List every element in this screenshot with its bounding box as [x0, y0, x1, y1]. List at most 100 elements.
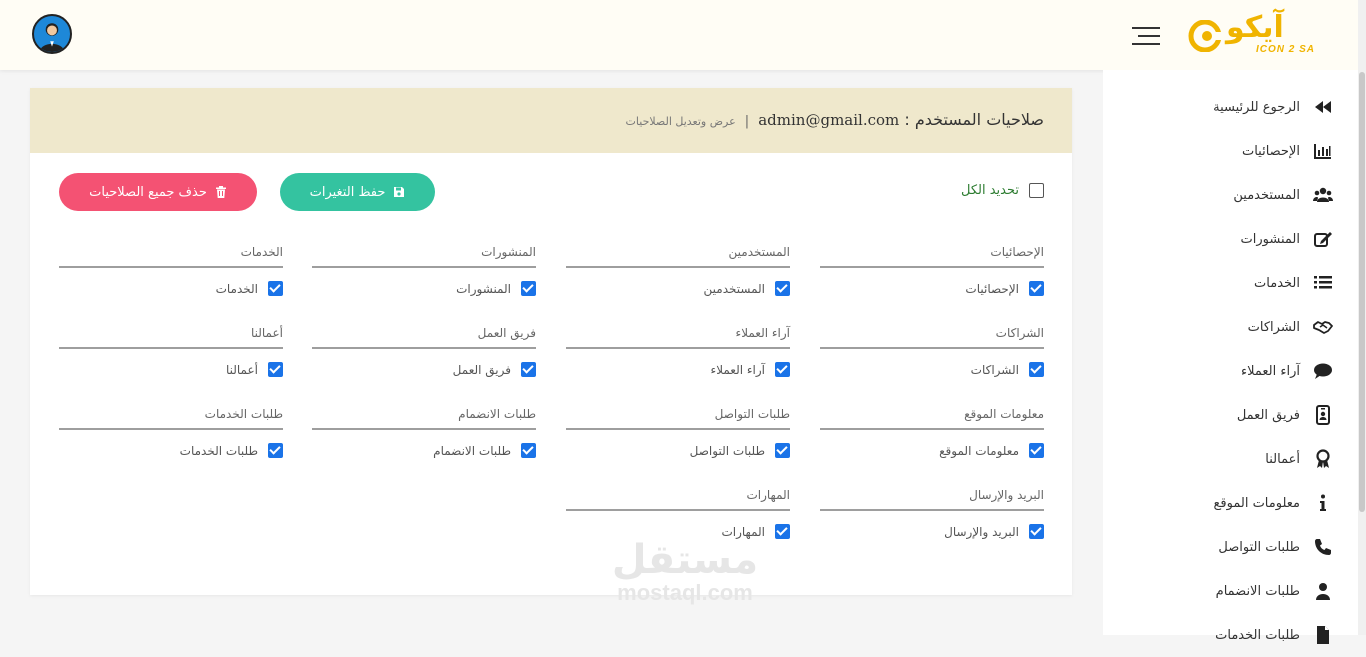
sidebar-item-label: الخدمات	[1254, 275, 1300, 291]
file-icon	[1312, 624, 1334, 646]
permission-checkbox[interactable]	[521, 281, 536, 296]
permission-option: فريق العمل	[453, 362, 536, 377]
permission-label: الخدمات	[215, 281, 258, 296]
save-changes-button[interactable]: حفظ التغيرات	[280, 173, 435, 211]
permission-group-services: الخدمات الخدمات	[59, 245, 283, 315]
sidebar-item-service-requests[interactable]: طلبات الخدمات	[1103, 613, 1358, 657]
permission-option: طلبات الانضمام	[433, 443, 536, 458]
sidebar-item-contact-requests[interactable]: طلبات التواصل	[1103, 525, 1358, 569]
permission-checkbox[interactable]	[1029, 362, 1044, 377]
permission-group-users: المستخدمين المستخدمين	[566, 245, 790, 315]
permission-group-label: آراء العملاء	[735, 326, 790, 340]
select-all-label: تحديد الكل	[960, 183, 1019, 198]
award-icon	[1312, 448, 1334, 470]
user-icon	[1312, 580, 1334, 602]
menu-toggle-icon[interactable]	[1132, 27, 1160, 45]
permission-group-label: المنشورات	[481, 245, 536, 259]
sidebar-item-our-work[interactable]: أعمالنا	[1103, 437, 1358, 481]
select-all-checkbox[interactable]	[1029, 183, 1044, 198]
permission-label: طلبات الانضمام	[433, 443, 511, 458]
sidebar-item-statistics[interactable]: الإحصائيات	[1103, 129, 1358, 173]
permission-checkbox[interactable]	[268, 281, 283, 296]
permission-label: المنشورات	[456, 281, 511, 296]
permission-group-partnerships: الشراكات الشراكات	[820, 326, 1044, 396]
id-badge-icon	[1312, 404, 1334, 426]
permission-option: آراء العملاء	[711, 362, 790, 377]
sidebar-item-site-info[interactable]: معلومات الموقع	[1103, 481, 1358, 525]
permission-group-label: المستخدمين	[728, 245, 790, 259]
sidebar-item-label: الإحصائيات	[1241, 143, 1300, 159]
permission-checkbox[interactable]	[521, 362, 536, 377]
sidebar-item-testimonials[interactable]: آراء العملاء	[1103, 349, 1358, 393]
permission-option: طلبات الخدمات	[180, 443, 283, 458]
page-scrollbar[interactable]	[1358, 0, 1366, 635]
user-email: admin@gmail.com	[758, 111, 900, 129]
group-divider	[820, 509, 1044, 511]
permission-checkbox[interactable]	[1029, 524, 1044, 539]
permission-option: الإحصائيات	[965, 281, 1044, 296]
permission-group-testimonials: آراء العملاء آراء العملاء	[566, 326, 790, 396]
group-divider	[312, 347, 536, 349]
delete-all-permissions-button[interactable]: حذف جميع الصلاحيات	[59, 173, 257, 211]
permission-group-label: فريق العمل	[477, 326, 536, 340]
brand-name-latin: ICON 2 SA	[1256, 44, 1316, 55]
logo-mark-icon	[1188, 20, 1224, 52]
sidebar-item-label: معلومات الموقع	[1213, 495, 1301, 511]
sidebar-item-join-requests[interactable]: طلبات الانضمام	[1103, 569, 1358, 613]
select-all-control: تحديد الكل	[961, 183, 1044, 198]
permission-checkbox[interactable]	[521, 443, 536, 458]
delete-all-permissions-label: حذف جميع الصلاحيات	[89, 184, 207, 200]
sidebar-item-users[interactable]: المستخدمين	[1103, 173, 1358, 217]
permission-label: فريق العمل	[452, 362, 511, 377]
permission-option: أعمالنا	[226, 362, 283, 377]
permission-option: معلومات الموقع	[939, 443, 1044, 458]
sidebar-item-home[interactable]: الرجوع للرئيسية	[1103, 85, 1358, 129]
permission-label: آراء العملاء	[710, 362, 765, 377]
permission-checkbox[interactable]	[268, 362, 283, 377]
permission-checkbox[interactable]	[1029, 443, 1044, 458]
permission-option: الخدمات	[216, 281, 283, 296]
floppy-disk-icon	[394, 187, 405, 197]
permission-checkbox[interactable]	[1029, 281, 1044, 296]
permission-checkbox[interactable]	[775, 524, 790, 539]
permission-group-label: المهارات	[746, 488, 790, 502]
permission-group-label: البريد والإرسال	[969, 488, 1044, 502]
sidebar-item-partnerships[interactable]: الشراكات	[1103, 305, 1358, 349]
sidebar-item-posts[interactable]: المنشورات	[1103, 217, 1358, 261]
comment-icon	[1312, 360, 1334, 382]
group-divider	[820, 347, 1044, 349]
sidebar-item-label: الرجوع للرئيسية	[1213, 99, 1300, 115]
group-divider	[820, 266, 1044, 268]
permission-group-statistics: الإحصائيات الإحصائيات	[820, 245, 1044, 315]
group-divider	[59, 266, 283, 268]
avatar-person-icon	[39, 23, 65, 52]
sidebar-item-label: طلبات التواصل	[1218, 539, 1300, 555]
brand-logo[interactable]: آيكو ICON 2 SA	[1184, 10, 1332, 60]
sidebar-item-label: طلبات الخدمات	[1215, 627, 1300, 643]
sidebar: الرجوع للرئيسية الإحصائيات المستخدمين ال…	[1103, 70, 1358, 644]
scrollbar-thumb[interactable]	[1359, 72, 1365, 512]
group-divider	[566, 266, 790, 268]
permissions-card: صلاحيات المستخدم : admin@gmail.com | عرض…	[30, 88, 1072, 595]
sidebar-item-team[interactable]: فريق العمل	[1103, 393, 1358, 437]
permission-group-label: الشراكات	[995, 326, 1044, 340]
permission-group-label: أعمالنا	[250, 326, 283, 340]
permission-group-label: طلبات التواصل	[714, 407, 790, 421]
permission-checkbox[interactable]	[268, 443, 283, 458]
sidebar-item-label: المنشورات	[1240, 231, 1300, 247]
permission-group-mail: البريد والإرسال البريد والإرسال	[820, 488, 1044, 558]
permission-checkbox[interactable]	[775, 281, 790, 296]
permission-group-label: الإحصائيات	[990, 245, 1044, 259]
permission-group-contact-requests: طلبات التواصل طلبات التواصل	[566, 407, 790, 477]
permission-group-our-work: أعمالنا أعمالنا	[59, 326, 283, 396]
permission-group-join-requests: طلبات الانضمام طلبات الانضمام	[312, 407, 536, 477]
save-changes-label: حفظ التغيرات	[309, 184, 386, 200]
permission-checkbox[interactable]	[775, 362, 790, 377]
permission-checkbox[interactable]	[775, 443, 790, 458]
sidebar-item-services[interactable]: الخدمات	[1103, 261, 1358, 305]
bar-chart-icon	[1312, 140, 1334, 162]
group-divider	[312, 266, 536, 268]
card-header: صلاحيات المستخدم : admin@gmail.com | عرض…	[30, 88, 1072, 153]
user-avatar[interactable]	[32, 14, 72, 54]
permission-group-label: معلومات الموقع	[964, 407, 1044, 421]
